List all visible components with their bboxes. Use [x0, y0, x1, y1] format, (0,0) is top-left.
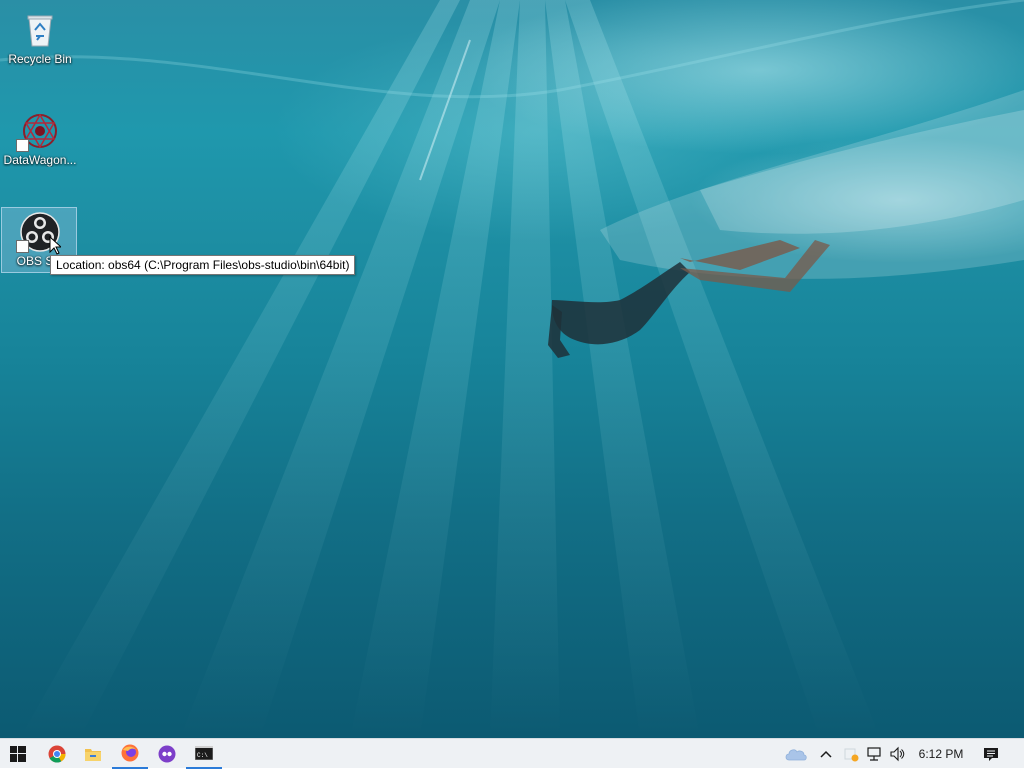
volume-icon: [890, 746, 905, 762]
file-explorer-icon: [85, 749, 101, 761]
datawagon-label: DataWagon...: [3, 153, 77, 167]
desktop[interactable]: Recycle Bin DataWagon... OBS Stu Locatio…: [0, 0, 1024, 738]
taskbar-file-explorer-button[interactable]: [75, 739, 111, 769]
desktop-icon-datawagon[interactable]: DataWagon...: [1, 106, 77, 172]
taskbar-firefox-button[interactable]: [112, 739, 148, 769]
taskbar: C:\ 6:12 PM: [0, 738, 1024, 769]
onedrive-cloud-icon: [785, 749, 807, 761]
action-center-icon: [984, 747, 998, 761]
tray-network[interactable]: [863, 739, 885, 769]
tray-security[interactable]: [840, 739, 862, 769]
taskbar-command-prompt-button[interactable]: C:\: [186, 739, 222, 769]
location-tooltip: Location: obs64 (C:\Program Files\obs-st…: [50, 255, 356, 275]
tray-show-hidden-icons[interactable]: [815, 739, 837, 769]
action-center-button[interactable]: [978, 739, 1004, 769]
start-button[interactable]: [0, 739, 36, 769]
chevron-up-icon: [820, 750, 832, 758]
taskbar-clock[interactable]: 6:12 PM: [910, 739, 972, 769]
tor-browser-icon: [158, 745, 176, 763]
wallpaper-diver: [548, 240, 830, 358]
command-prompt-icon: C:\: [195, 746, 213, 760]
recycle-bin-label: Recycle Bin: [8, 52, 72, 66]
tray-onedrive[interactable]: [782, 739, 810, 769]
desktop-icon-recycle-bin[interactable]: Recycle Bin: [1, 5, 77, 71]
mouse-cursor-icon: [49, 236, 61, 255]
tray-volume[interactable]: [886, 739, 908, 769]
network-icon: [867, 747, 881, 761]
chrome-icon: [48, 745, 66, 763]
security-warning-icon: [844, 748, 859, 762]
shortcut-arrow-icon: [16, 240, 29, 253]
svg-text:C:\: C:\: [197, 752, 208, 759]
recycle-bin-icon: [27, 15, 53, 47]
taskbar-tor-browser-button[interactable]: [149, 739, 185, 769]
firefox-icon: [121, 744, 139, 762]
taskbar-chrome-button[interactable]: [39, 739, 75, 769]
windows-start-icon: [10, 746, 26, 762]
shortcut-arrow-icon: [16, 139, 29, 152]
